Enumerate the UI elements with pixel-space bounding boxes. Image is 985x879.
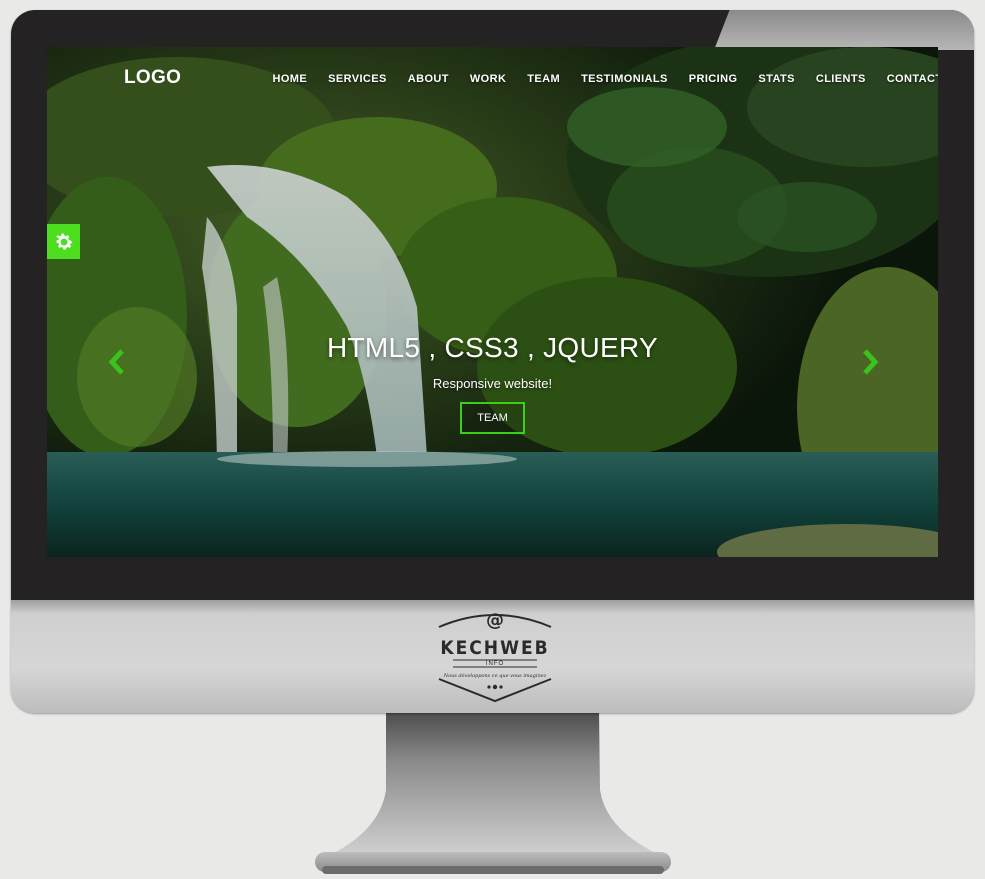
gear-icon: [55, 233, 73, 250]
hero-subtitle: Responsive website!: [432, 376, 553, 391]
site-logo[interactable]: LOGO: [124, 67, 181, 89]
settings-toggle-button[interactable]: [47, 224, 80, 259]
nav-item-pricing[interactable]: PRICING: [678, 73, 748, 85]
nav-item-home[interactable]: HOME: [262, 73, 318, 85]
site-navbar: LOGO HOME SERVICES ABOUT WORK TEAM TESTI…: [47, 47, 938, 111]
brand-sub: INFO: [485, 661, 505, 667]
nav-item-team[interactable]: TEAM: [517, 73, 571, 85]
brand-name: KECHWEB: [440, 637, 550, 659]
nav-item-contact[interactable]: CONTACT: [876, 73, 938, 85]
website-screen: LOGO HOME SERVICES ABOUT WORK TEAM TESTI…: [47, 47, 938, 557]
brand-at-symbol: @: [486, 610, 504, 631]
waterfall-background-image: [47, 47, 938, 557]
nav-menu: HOME SERVICES ABOUT WORK TEAM TESTIMONIA…: [262, 73, 939, 85]
nav-item-work[interactable]: WORK: [459, 73, 516, 85]
nav-item-stats[interactable]: STATS: [748, 73, 805, 85]
nav-item-clients[interactable]: CLIENTS: [805, 73, 876, 85]
brand-tagline: Nous développons ce que vous imaginez: [443, 673, 547, 679]
hero-team-button[interactable]: TEAM: [460, 402, 525, 434]
nav-item-testimonials[interactable]: TESTIMONIALS: [571, 73, 679, 85]
kechweb-brand-logo: @ KECHWEB INFO Nous développons ce que v…: [425, 605, 565, 705]
nav-item-about[interactable]: ABOUT: [397, 73, 459, 85]
nav-item-services[interactable]: SERVICES: [318, 73, 398, 85]
hero-title: HTML5 , CSS3 , JQUERY: [327, 332, 658, 363]
bezel-glare: [714, 10, 974, 50]
